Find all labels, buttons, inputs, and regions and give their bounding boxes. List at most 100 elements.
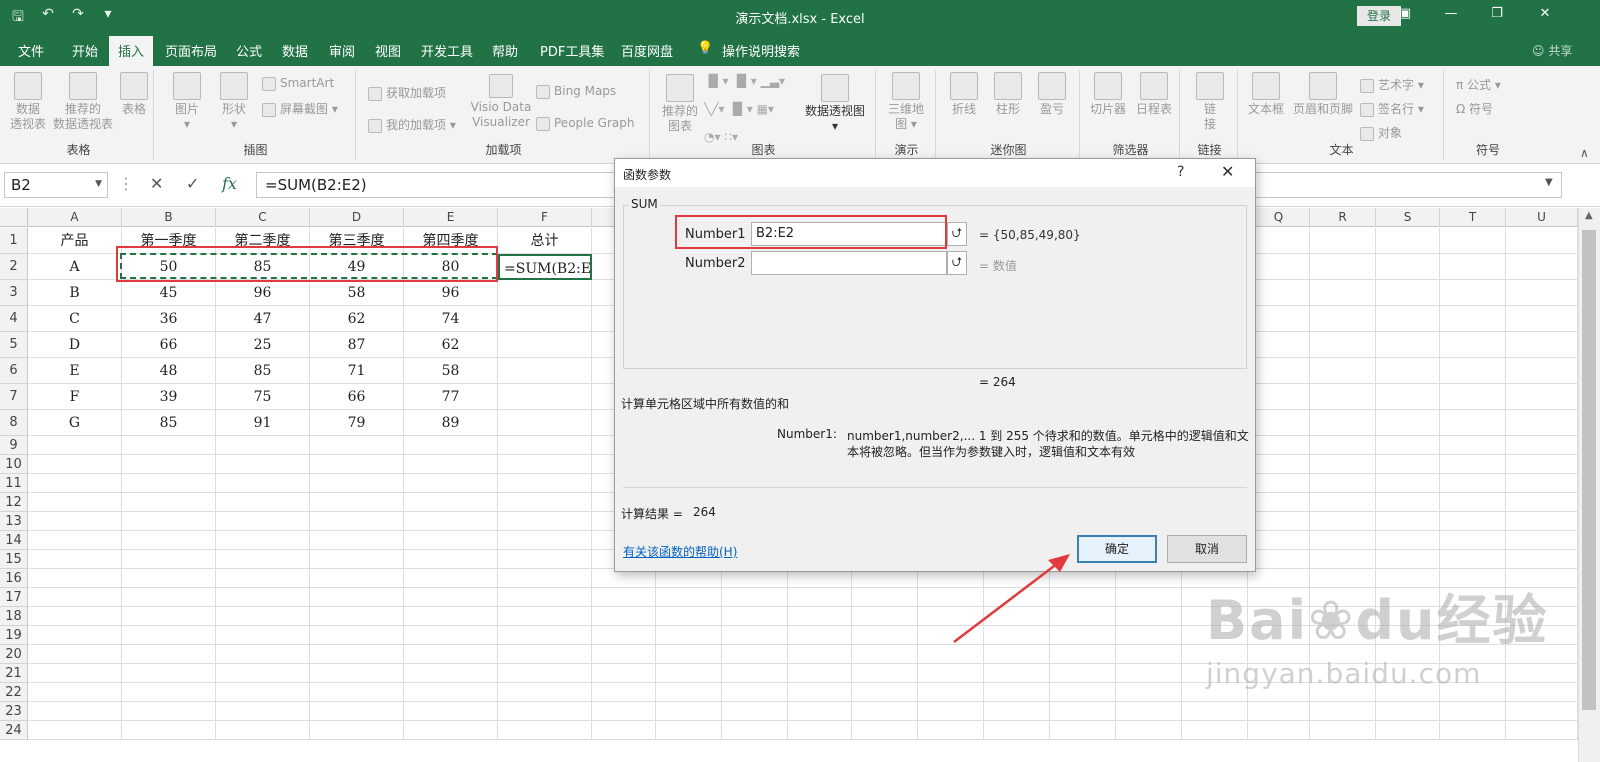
empty-cell[interactable] bbox=[656, 607, 722, 626]
table-cell[interactable] bbox=[216, 645, 310, 664]
empty-cell[interactable] bbox=[1310, 721, 1376, 740]
active-formula-cell[interactable]: =SUM(B2:E2) bbox=[498, 254, 592, 280]
empty-cell[interactable] bbox=[1506, 721, 1578, 740]
empty-cell[interactable] bbox=[592, 607, 656, 626]
table-cell[interactable] bbox=[122, 702, 216, 721]
empty-cell[interactable] bbox=[788, 607, 852, 626]
empty-cell[interactable] bbox=[1310, 358, 1376, 384]
empty-cell[interactable] bbox=[788, 664, 852, 683]
empty-cell[interactable] bbox=[918, 702, 984, 721]
table-cell[interactable] bbox=[498, 512, 592, 531]
row-header[interactable]: 5 bbox=[0, 332, 28, 358]
empty-cell[interactable] bbox=[1440, 280, 1506, 306]
table-cell[interactable] bbox=[122, 626, 216, 645]
number2-input[interactable] bbox=[751, 251, 947, 275]
empty-cell[interactable] bbox=[1248, 306, 1310, 332]
column-header-b[interactable]: B bbox=[122, 208, 216, 227]
table-cell[interactable] bbox=[498, 569, 592, 588]
table-cell[interactable] bbox=[310, 550, 404, 569]
table-cell[interactable]: 66 bbox=[122, 332, 216, 358]
column-header-e[interactable]: E bbox=[404, 208, 498, 227]
table-cell[interactable] bbox=[28, 683, 122, 702]
empty-cell[interactable] bbox=[1310, 512, 1376, 531]
collapse-dialog-icon-2[interactable]: ⮍ bbox=[947, 251, 967, 275]
column-header-f[interactable]: F bbox=[498, 208, 592, 227]
table-cell[interactable] bbox=[28, 493, 122, 512]
table-cell[interactable] bbox=[404, 702, 498, 721]
empty-cell[interactable] bbox=[1440, 332, 1506, 358]
empty-cell[interactable] bbox=[1248, 512, 1310, 531]
empty-cell[interactable] bbox=[1440, 512, 1506, 531]
empty-cell[interactable] bbox=[1506, 436, 1578, 455]
empty-cell[interactable] bbox=[1376, 512, 1440, 531]
empty-cell[interactable] bbox=[1506, 410, 1578, 436]
table-cell[interactable] bbox=[28, 550, 122, 569]
empty-cell[interactable] bbox=[1440, 721, 1506, 740]
empty-cell[interactable] bbox=[852, 607, 918, 626]
empty-cell[interactable] bbox=[1440, 702, 1506, 721]
table-cell[interactable] bbox=[216, 607, 310, 626]
empty-cell[interactable] bbox=[1440, 358, 1506, 384]
empty-cell[interactable] bbox=[1440, 254, 1506, 280]
tab-review[interactable]: 审阅 bbox=[329, 41, 355, 60]
empty-cell[interactable] bbox=[1116, 664, 1182, 683]
row-header[interactable]: 17 bbox=[0, 588, 28, 607]
empty-cell[interactable] bbox=[1376, 306, 1440, 332]
empty-cell[interactable] bbox=[1310, 550, 1376, 569]
cancel-button[interactable]: 取消 bbox=[1167, 535, 1247, 563]
empty-cell[interactable] bbox=[1376, 455, 1440, 474]
my-addins-button[interactable]: 我的加载项 ▾ bbox=[368, 116, 456, 133]
table-cell[interactable] bbox=[216, 455, 310, 474]
row-header[interactable]: 16 bbox=[0, 569, 28, 588]
table-cell[interactable] bbox=[216, 626, 310, 645]
table-cell[interactable] bbox=[310, 702, 404, 721]
table-cell[interactable] bbox=[28, 588, 122, 607]
empty-cell[interactable] bbox=[1248, 254, 1310, 280]
table-cell[interactable] bbox=[122, 721, 216, 740]
row-header[interactable]: 19 bbox=[0, 626, 28, 645]
table-cell[interactable] bbox=[216, 550, 310, 569]
table-cell[interactable] bbox=[122, 645, 216, 664]
equation-button[interactable]: π 公式 ▾ bbox=[1456, 76, 1501, 93]
table-cell[interactable]: 96 bbox=[216, 280, 310, 306]
empty-cell[interactable] bbox=[592, 683, 656, 702]
empty-cell[interactable] bbox=[1506, 358, 1578, 384]
table-cell[interactable] bbox=[310, 512, 404, 531]
row-header[interactable]: 13 bbox=[0, 512, 28, 531]
table-cell[interactable]: 77 bbox=[404, 384, 498, 410]
share-button[interactable]: ☺ 共享 bbox=[1532, 42, 1572, 59]
table-cell[interactable] bbox=[404, 607, 498, 626]
table-cell[interactable] bbox=[28, 474, 122, 493]
table-cell[interactable] bbox=[216, 512, 310, 531]
empty-cell[interactable] bbox=[722, 645, 788, 664]
table-cell[interactable] bbox=[498, 306, 592, 332]
table-cell[interactable] bbox=[28, 436, 122, 455]
table-cell[interactable] bbox=[404, 455, 498, 474]
table-cell[interactable]: 85 bbox=[122, 410, 216, 436]
table-cell[interactable] bbox=[310, 626, 404, 645]
empty-cell[interactable] bbox=[1440, 436, 1506, 455]
empty-cell[interactable] bbox=[788, 626, 852, 645]
table-cell[interactable]: 25 bbox=[216, 332, 310, 358]
insert-function-icon[interactable]: fx bbox=[222, 174, 237, 193]
empty-cell[interactable] bbox=[592, 645, 656, 664]
table-cell[interactable] bbox=[216, 664, 310, 683]
table-cell[interactable] bbox=[122, 588, 216, 607]
row-header[interactable]: 2 bbox=[0, 254, 28, 280]
empty-cell[interactable] bbox=[1506, 455, 1578, 474]
table-cell[interactable] bbox=[310, 645, 404, 664]
pivot-table-button[interactable]: 数据 透视表 bbox=[6, 72, 50, 132]
empty-cell[interactable] bbox=[1310, 332, 1376, 358]
minimize-icon[interactable]: — bbox=[1441, 6, 1461, 21]
sparkline-winloss-button[interactable]: 盈亏 bbox=[1034, 72, 1070, 117]
table-cell[interactable]: 74 bbox=[404, 306, 498, 332]
row-header[interactable]: 21 bbox=[0, 664, 28, 683]
empty-cell[interactable] bbox=[656, 588, 722, 607]
recommended-charts-button[interactable]: 推荐的 图表 bbox=[656, 74, 704, 134]
empty-cell[interactable] bbox=[918, 664, 984, 683]
table-cell[interactable] bbox=[216, 721, 310, 740]
empty-cell[interactable] bbox=[1506, 280, 1578, 306]
empty-cell[interactable] bbox=[1376, 410, 1440, 436]
table-cell[interactable] bbox=[310, 436, 404, 455]
name-box[interactable]: B2 ▼ bbox=[4, 172, 108, 198]
